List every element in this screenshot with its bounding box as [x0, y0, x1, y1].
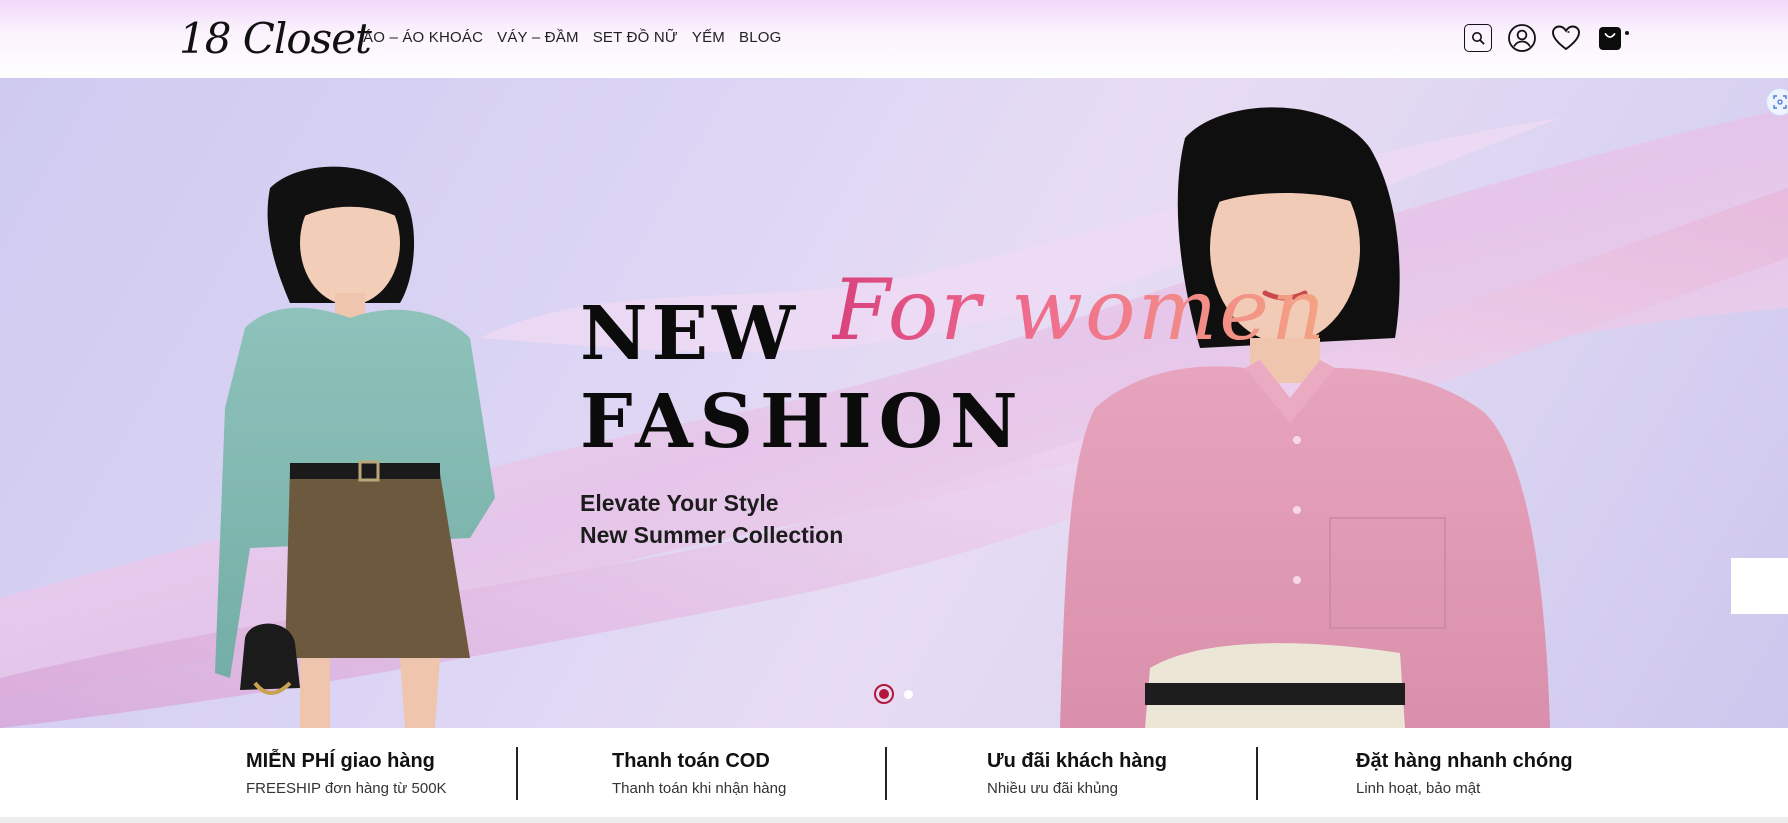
- feature-free-shipping: MIỄN PHÍ giao hàng FREESHIP đơn hàng từ …: [246, 748, 447, 800]
- slider-dot-2[interactable]: [904, 689, 913, 699]
- side-widget[interactable]: [1731, 558, 1788, 614]
- feature-title: Thanh toán COD: [612, 750, 770, 772]
- cart-badge: [1625, 31, 1629, 35]
- site-header: 18 Closet ÁO – ÁO KHOÁC VÁY – ĐẦM SET ĐỒ…: [0, 0, 1788, 78]
- feature-subtitle: Thanh toán khi nhận hàng: [612, 780, 787, 797]
- nav-item-ao-ao-khoac[interactable]: ÁO – ÁO KHOÁC: [363, 27, 483, 49]
- feature-divider: [885, 747, 887, 800]
- wishlist-button[interactable]: [1551, 23, 1581, 53]
- slider-dot-1[interactable]: [874, 684, 894, 704]
- heart-icon: [1552, 25, 1580, 51]
- feature-customer-offers: Ưu đãi khách hàng Nhiều ưu đãi khủng: [987, 748, 1167, 800]
- feature-title: MIỄN PHÍ giao hàng: [246, 750, 435, 772]
- hero-headline: NEW FASHION: [580, 290, 1025, 466]
- hero-banner[interactable]: For women NEW FASHION Elevate Your Style…: [0, 78, 1788, 728]
- nav-item-blog[interactable]: BLOG: [739, 27, 781, 49]
- search-icon: [1464, 24, 1492, 52]
- account-button[interactable]: [1507, 23, 1537, 53]
- search-button[interactable]: [1463, 23, 1493, 53]
- feature-subtitle: Linh hoạt, bảo mật: [1356, 780, 1481, 797]
- hero-subline-1: Elevate Your Style: [580, 490, 779, 516]
- slider-dots: [874, 684, 913, 704]
- hero-subline-2: New Summer Collection: [580, 522, 844, 548]
- nav-item-vay-dam[interactable]: VÁY – ĐẦM: [497, 27, 579, 49]
- feature-divider: [1256, 747, 1258, 800]
- features-bar: MIỄN PHÍ giao hàng FREESHIP đơn hàng từ …: [0, 728, 1788, 817]
- scan-icon[interactable]: [1766, 88, 1788, 116]
- cart-button[interactable]: [1595, 23, 1629, 53]
- left-model-illustration: [215, 166, 495, 728]
- user-icon: [1508, 24, 1536, 52]
- cart-icon: [1599, 27, 1621, 50]
- feature-subtitle: FREESHIP đơn hàng từ 500K: [246, 780, 447, 797]
- feature-subtitle: Nhiều ưu đãi khủng: [987, 780, 1118, 797]
- feature-divider: [516, 747, 518, 800]
- nav-item-set-do-nu[interactable]: SET ĐỒ NỮ: [593, 27, 678, 49]
- page-bottom-strip: [0, 817, 1788, 823]
- feature-title: Đặt hàng nhanh chóng: [1356, 750, 1573, 772]
- feature-fast-ordering: Đặt hàng nhanh chóng Linh hoạt, bảo mật: [1356, 748, 1573, 800]
- headline-line-2: FASHION: [580, 379, 1025, 465]
- feature-cod-payment: Thanh toán COD Thanh toán khi nhận hàng: [612, 748, 786, 800]
- site-logo[interactable]: 18 Closet: [179, 10, 372, 68]
- feature-title: Ưu đãi khách hàng: [987, 750, 1167, 772]
- main-nav: ÁO – ÁO KHOÁC VÁY – ĐẦM SET ĐỒ NỮ YẾM BL…: [363, 27, 781, 49]
- header-actions: [1463, 23, 1629, 53]
- headline-line-1: NEW: [580, 291, 800, 377]
- nav-item-yem[interactable]: YẾM: [692, 27, 725, 49]
